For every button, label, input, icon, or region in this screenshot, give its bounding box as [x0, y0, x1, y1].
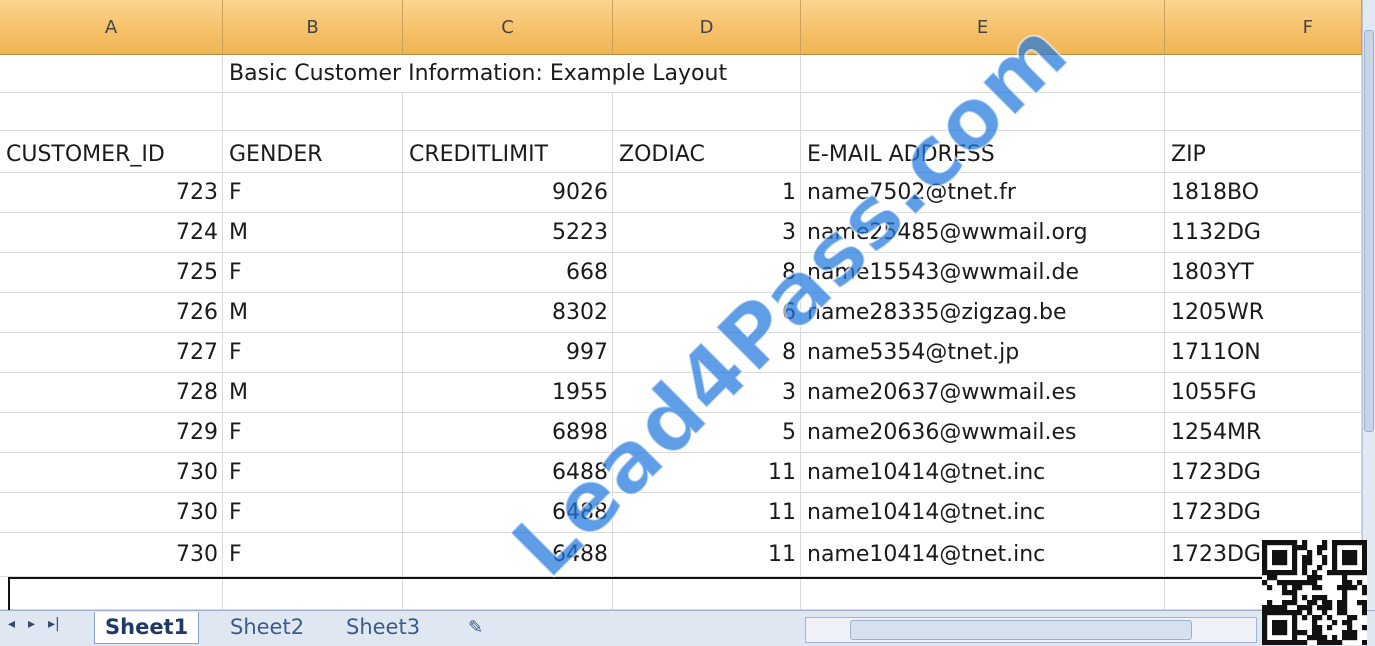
data-cell[interactable]: 728 [0, 373, 223, 413]
data-cell[interactable]: M [223, 293, 403, 333]
data-cell[interactable]: 1818BO [1165, 173, 1362, 213]
tab-sheet1[interactable]: Sheet1 [94, 612, 200, 644]
insert-sheet-icon[interactable]: ✎ [458, 612, 493, 643]
qr-code-image [1262, 540, 1367, 645]
data-cell[interactable]: 6898 [403, 413, 613, 453]
data-cell[interactable]: 1803YT [1165, 253, 1362, 293]
column-header-b[interactable]: B [223, 0, 403, 55]
tab-nav-prev-icon[interactable]: ◂ [8, 616, 15, 632]
data-cell[interactable]: 9026 [403, 173, 613, 213]
data-cell[interactable]: name10414@tnet.inc [801, 533, 1165, 577]
data-cell[interactable]: 11 [613, 453, 801, 493]
data-cell[interactable]: name5354@tnet.jp [801, 333, 1165, 373]
data-cell[interactable]: 1055FG [1165, 373, 1362, 413]
data-cell[interactable]: 668 [403, 253, 613, 293]
data-cell[interactable]: 1132DG [1165, 213, 1362, 253]
data-cell[interactable]: 6 [613, 293, 801, 333]
data-cell[interactable]: 725 [0, 253, 223, 293]
data-cell[interactable]: 6488 [403, 493, 613, 533]
data-cell[interactable]: 726 [0, 293, 223, 333]
data-cell[interactable]: F [223, 413, 403, 453]
data-cell[interactable]: M [223, 373, 403, 413]
data-cell[interactable]: name7502@tnet.fr [801, 173, 1165, 213]
data-cell[interactable]: 730 [0, 453, 223, 493]
data-cell[interactable]: name10414@tnet.inc [801, 493, 1165, 533]
title-cell[interactable]: Basic Customer Information: Example Layo… [223, 55, 727, 93]
data-cell[interactable]: 5 [613, 413, 801, 453]
cell-empty[interactable] [223, 93, 403, 131]
data-cell[interactable]: 5223 [403, 213, 613, 253]
data-cell[interactable]: 1 [613, 173, 801, 213]
data-cell[interactable]: 8 [613, 333, 801, 373]
data-cell[interactable]: 730 [0, 493, 223, 533]
data-cell[interactable]: name20636@wwmail.es [801, 413, 1165, 453]
data-cell[interactable]: 8 [613, 253, 801, 293]
cell-empty[interactable] [801, 55, 1165, 93]
data-cell[interactable]: 729 [0, 413, 223, 453]
vertical-scroll-thumb[interactable] [1364, 30, 1374, 432]
data-cell[interactable]: F [223, 173, 403, 213]
data-cell[interactable]: 730 [0, 533, 223, 577]
header-cell[interactable]: CREDITLIMIT [403, 131, 613, 173]
data-cell[interactable]: 724 [0, 213, 223, 253]
header-cell[interactable]: ZIP [1165, 131, 1362, 173]
column-header-c[interactable]: C [403, 0, 613, 55]
data-cell[interactable]: 727 [0, 333, 223, 373]
data-cell[interactable]: 997 [403, 333, 613, 373]
header-cell[interactable]: ZODIAC [613, 131, 801, 173]
data-cell[interactable]: 8302 [403, 293, 613, 333]
data-cell[interactable]: F [223, 533, 403, 577]
cell-empty[interactable] [613, 93, 801, 131]
data-cell[interactable]: name15543@wwmail.de [801, 253, 1165, 293]
data-cell[interactable]: 1723DG [1165, 453, 1362, 493]
data-cell[interactable]: 3 [613, 373, 801, 413]
column-header-e[interactable]: E [801, 0, 1165, 55]
cell-empty[interactable] [1165, 93, 1362, 131]
data-cell[interactable]: F [223, 253, 403, 293]
data-cell[interactable]: 11 [613, 493, 801, 533]
data-cell[interactable]: 3 [613, 213, 801, 253]
column-header-a[interactable]: A [0, 0, 223, 55]
data-cell[interactable]: 723 [0, 173, 223, 213]
column-header-d[interactable]: D [613, 0, 801, 55]
tab-sheet3[interactable]: Sheet3 [336, 612, 430, 643]
data-cell[interactable]: F [223, 333, 403, 373]
data-cell[interactable]: 11 [613, 533, 801, 577]
data-cell[interactable]: F [223, 493, 403, 533]
data-cell[interactable]: name28335@zigzag.be [801, 293, 1165, 333]
data-cell[interactable]: M [223, 213, 403, 253]
header-cell[interactable]: E-MAIL ADDRESS [801, 131, 1165, 173]
data-cell[interactable]: name25485@wwmail.org [801, 213, 1165, 253]
data-cell[interactable]: 1205WR [1165, 293, 1362, 333]
tab-sheet2[interactable]: Sheet2 [220, 612, 314, 643]
data-cell[interactable]: 6488 [403, 533, 613, 577]
data-cell[interactable]: 6488 [403, 453, 613, 493]
column-header-f[interactable]: F [1165, 0, 1362, 55]
cell-empty[interactable] [801, 93, 1165, 131]
spreadsheet-grid[interactable]: ABCDEF Basic Customer Information: Examp… [0, 0, 1364, 615]
cell-empty[interactable] [403, 93, 613, 131]
data-cell[interactable]: 1711ON [1165, 333, 1362, 373]
data-cell[interactable]: name10414@tnet.inc [801, 453, 1165, 493]
data-cell[interactable]: name20637@wwmail.es [801, 373, 1165, 413]
header-cell[interactable]: GENDER [223, 131, 403, 173]
cell-empty[interactable] [0, 93, 223, 131]
tab-nav-last-icon[interactable]: ▸| [48, 616, 60, 632]
data-cell[interactable]: 1723DG [1165, 493, 1362, 533]
cell-empty[interactable] [0, 55, 223, 93]
header-cell[interactable]: CUSTOMER_ID [0, 131, 223, 173]
cell-empty[interactable] [1165, 55, 1362, 93]
tab-nav-next-icon[interactable]: ▸ [28, 616, 35, 632]
horizontal-scroll-thumb[interactable] [850, 620, 1192, 640]
data-cell[interactable]: 1955 [403, 373, 613, 413]
data-cell[interactable]: F [223, 453, 403, 493]
data-cell[interactable]: 1254MR [1165, 413, 1362, 453]
